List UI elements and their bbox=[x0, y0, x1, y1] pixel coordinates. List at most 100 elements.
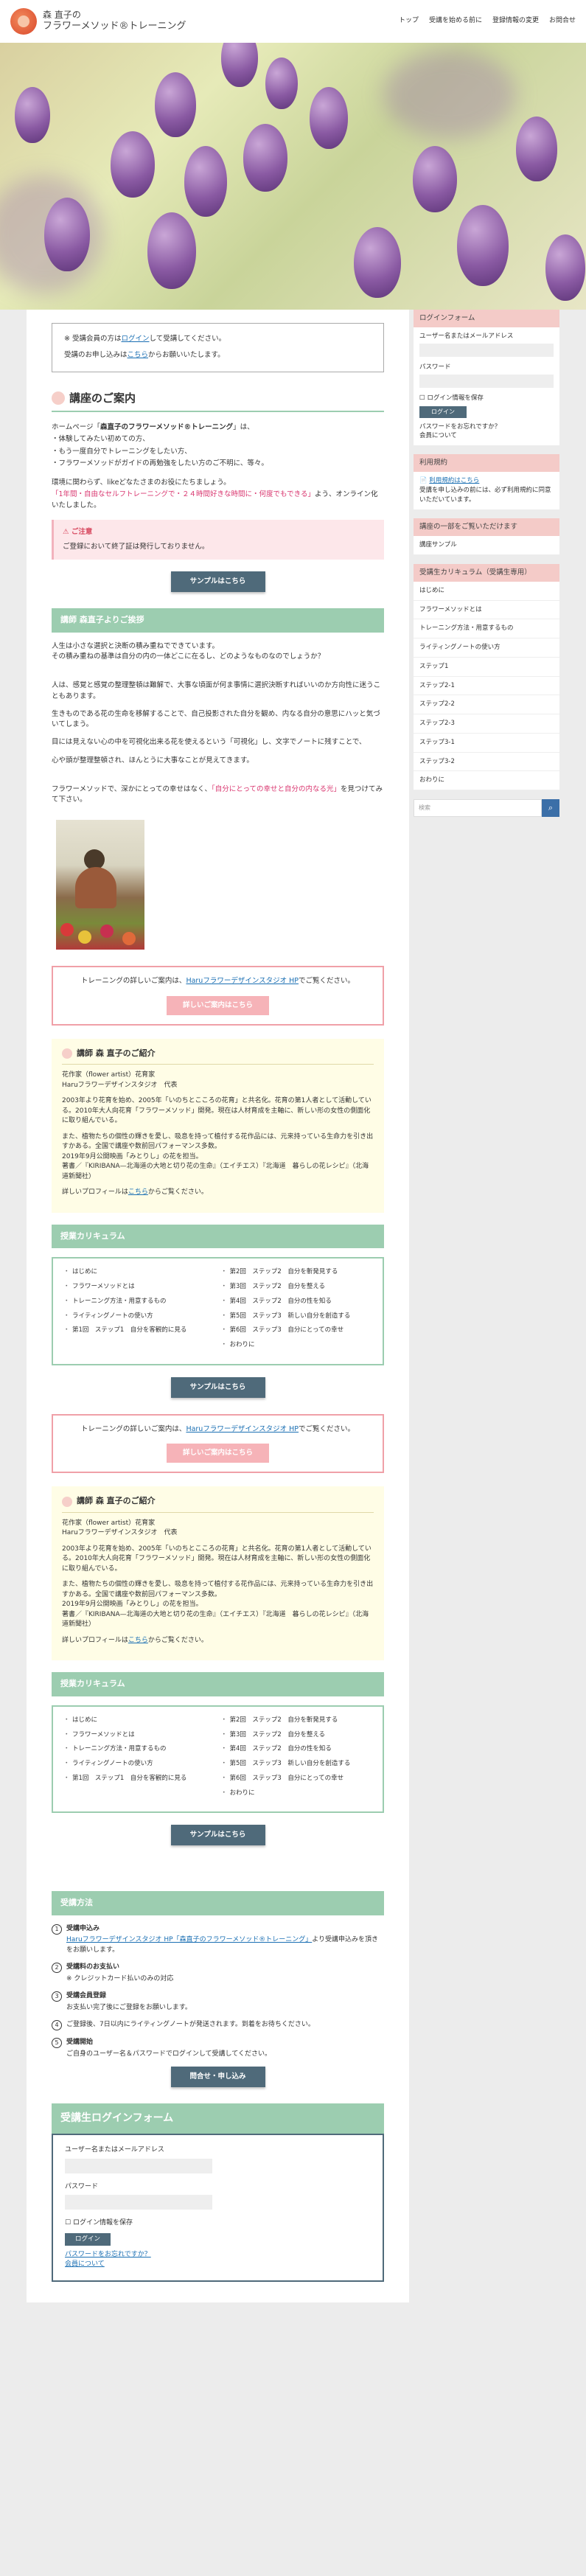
list-item: 第2回 ステップ2 自分を斬発見する bbox=[221, 1716, 372, 1725]
method-step: 4 ご登録後、7日以内にライティングノートが発送されます。到着をお待ちください。 bbox=[52, 2020, 384, 2031]
list-item: 第6回 ステップ3 自分にとっての幸せ bbox=[221, 1326, 372, 1335]
sample-button[interactable]: サンプルはこちら bbox=[170, 571, 265, 593]
studio-details-button[interactable]: 詳しいご案内はこちら bbox=[166, 1444, 269, 1463]
list-item: おわりに bbox=[221, 1789, 372, 1798]
logo-line1: 森 直子の bbox=[43, 10, 81, 21]
studio-details-button[interactable]: 詳しいご案内はこちら bbox=[166, 995, 269, 1015]
nav-top[interactable]: トップ bbox=[399, 16, 419, 27]
greeting-heading: 講師 森直子よりご挨拶 bbox=[52, 608, 384, 633]
sidebar-sample-widget: 講座の一部をご覧いただけます 講座サンプル bbox=[414, 518, 559, 555]
sidebar-item-curriculum[interactable]: ステップ1 bbox=[414, 658, 559, 677]
sidebar-password-input[interactable] bbox=[419, 374, 554, 388]
logo-line2: フラワーメソッド®トレーニング bbox=[43, 21, 186, 32]
studio-info-box: トレーニングの詳しいご案内は、Haruフラワーデザインスタジオ HPでご覧くださ… bbox=[52, 1413, 384, 1474]
sidebar-username-input[interactable] bbox=[419, 344, 554, 357]
curriculum-list: はじめに フラワーメソッドとは トレーニング方法・用意するもの ライティングノー… bbox=[52, 1705, 384, 1814]
sidebar-item-curriculum[interactable]: フラワーメソッドとは bbox=[414, 601, 559, 620]
list-item: おわりに bbox=[221, 1340, 372, 1350]
method-step: 5 受講開始 ご自身のユーザー名＆パスワードでログインして受講してください。 bbox=[52, 2038, 384, 2059]
nav-profile-change[interactable]: 登録情報の変更 bbox=[492, 16, 539, 27]
remember-checkbox[interactable]: ☐ bbox=[65, 2219, 71, 2227]
sidebar-item-curriculum[interactable]: ステップ2-2 bbox=[414, 695, 559, 714]
studio-hp-link[interactable]: Haruフラワーデザインスタジオ HP bbox=[186, 977, 299, 985]
heading-rule bbox=[52, 411, 384, 412]
sidebar-item-curriculum[interactable]: ステップ2-1 bbox=[414, 677, 559, 696]
sidebar-item-sample[interactable]: 講座サンプル bbox=[414, 536, 559, 555]
sidebar-curriculum-widget: 受講生カリキュラム（受講生専用） はじめに フラワーメソッドとは トレーニング方… bbox=[414, 563, 559, 790]
membership-link[interactable]: 会員について bbox=[65, 2260, 105, 2268]
list-item: 第4回 ステップ2 自分の性を知る bbox=[221, 1297, 372, 1306]
login-button[interactable]: ログイン bbox=[65, 2232, 111, 2246]
method-step: 2 受講料のお支払い ※ クレジットカード払いのみの対応 bbox=[52, 1963, 384, 1984]
curriculum-list: はじめに フラワーメソッドとは トレーニング方法・用意するもの ライティングノー… bbox=[52, 1257, 384, 1365]
forgot-password-link[interactable]: パスワードをお忘れですか？ bbox=[65, 2251, 151, 2258]
circle-bullet-icon bbox=[62, 1496, 72, 1507]
greeting-text: 人生は小さな選択と決断の積み重ねでできています。 その積み重ねの基準は自分の内の一… bbox=[52, 641, 383, 804]
sample-button[interactable]: サンプルはこちら bbox=[170, 1376, 265, 1398]
remember-checkbox[interactable]: ☐ bbox=[419, 394, 425, 402]
circle-bullet-icon bbox=[62, 1048, 72, 1059]
list-item: 第2回 ステップ2 自分を斬発見する bbox=[221, 1267, 372, 1277]
list-item: 第6回 ステップ3 自分にとっての幸せ bbox=[221, 1774, 372, 1783]
profile-link[interactable]: こちら bbox=[128, 1188, 148, 1196]
notice-apply-link[interactable]: こちら bbox=[128, 351, 149, 359]
site-header: 森 直子の フラワーメソッド®トレーニング トップ 受講を始める前に 登録情報の… bbox=[0, 0, 586, 43]
global-nav: トップ 受講を始める前に 登録情報の変更 お問合せ bbox=[399, 16, 576, 27]
list-item: はじめに bbox=[63, 1267, 214, 1277]
sidebar-item-curriculum[interactable]: はじめに bbox=[414, 582, 559, 601]
list-item: はじめに bbox=[63, 1716, 214, 1725]
list-item: フラワーメソッドとは bbox=[63, 1282, 214, 1292]
caution-alert: ⚠ ご注意 ご登録において終了証は発行しておりません。 bbox=[52, 519, 384, 560]
sidebar-terms-widget: 利用規約 📄 利用規約はこちら 受講を申し込みの前には、必ず利用規約に同意いただ… bbox=[414, 454, 559, 509]
nav-before-start[interactable]: 受講を始める前に bbox=[429, 16, 482, 27]
search-input[interactable]: 検索 bbox=[414, 799, 542, 817]
terms-link[interactable]: 利用規約はこちら bbox=[429, 477, 479, 484]
sidebar-forgot-link[interactable]: パスワードをお忘れですか？ bbox=[419, 422, 554, 432]
notice-login-link[interactable]: ログイン bbox=[121, 335, 149, 343]
sample-button[interactable]: サンプルはこちら bbox=[170, 1825, 265, 1846]
sidebar-search: 検索 ⌕ bbox=[414, 799, 559, 817]
search-icon[interactable]: ⌕ bbox=[542, 799, 559, 817]
method-step: 3 受講会員登録 お支払い完了後にご登録をお願いします。 bbox=[52, 1991, 384, 2013]
sidebar-register-link[interactable]: 会員について bbox=[419, 431, 554, 441]
circle-bullet-icon bbox=[52, 391, 65, 405]
nav-contact[interactable]: お問合せ bbox=[549, 16, 576, 27]
list-item: 第5回 ステップ3 新しい自分を創造する bbox=[221, 1759, 372, 1769]
sidebar-item-curriculum[interactable]: ステップ3-1 bbox=[414, 734, 559, 753]
list-item: ライティングノートの使い方 bbox=[63, 1759, 214, 1769]
document-icon: 📄 bbox=[419, 477, 428, 485]
sidebar-item-curriculum[interactable]: ステップ3-2 bbox=[414, 753, 559, 772]
username-input[interactable] bbox=[65, 2158, 212, 2173]
attendance-section: 受講方法 1 受講申込み Haruフラワーデザインスタジオ HP「森直子のフラワ… bbox=[27, 1879, 409, 2302]
list-item: 第3回 ステップ2 自分を整える bbox=[221, 1282, 372, 1292]
studio-info-box: トレーニングの詳しいご案内は、Haruフラワーデザインスタジオ HPでご覧くださ… bbox=[52, 966, 384, 1026]
list-item: トレーニング方法・用意するもの bbox=[63, 1744, 214, 1754]
lecturer-intro: 講師 森 直子のご紹介 花作家（flower artist）花育家 Haruフラワ… bbox=[52, 1486, 384, 1661]
sidebar-item-curriculum[interactable]: トレーニング方法・用意するもの bbox=[414, 619, 559, 638]
profile-link[interactable]: こちら bbox=[128, 1637, 148, 1644]
site-logo[interactable]: 森 直子の フラワーメソッド®トレーニング bbox=[10, 8, 399, 35]
list-item: 第3回 ステップ2 自分を整える bbox=[221, 1730, 372, 1740]
sidebar-item-curriculum[interactable]: おわりに bbox=[414, 771, 559, 790]
hero-image bbox=[0, 43, 586, 310]
list-item: 第1回 ステップ1 自分を客観的に見る bbox=[63, 1326, 214, 1335]
student-login-form: ユーザー名またはメールアドレス パスワード ☐ ログイン情報を保存 ログイン パ… bbox=[52, 2134, 384, 2282]
contact-apply-button[interactable]: 問合せ・申し込み bbox=[170, 2067, 265, 2088]
studio-apply-link[interactable]: Haruフラワーデザインスタジオ HP「森直子のフラワーメソッド®トレーニング」 bbox=[66, 1936, 312, 1943]
list-item: 第4回 ステップ2 自分の性を知る bbox=[221, 1744, 372, 1754]
curriculum-heading: 授業カリキュラム bbox=[52, 1672, 384, 1696]
sidebar-login-button[interactable]: ログイン bbox=[419, 405, 467, 418]
list-item: フラワーメソッドとは bbox=[63, 1730, 214, 1740]
student-login-heading: 受講生ログインフォーム bbox=[52, 2103, 384, 2134]
list-item: ライティングノートの使い方 bbox=[63, 1312, 214, 1321]
sidebar-item-curriculum[interactable]: ライティングノートの使い方 bbox=[414, 638, 559, 658]
footer-space bbox=[0, 2302, 586, 2332]
list-item: 第1回 ステップ1 自分を客観的に見る bbox=[63, 1774, 214, 1783]
method-step: 1 受講申込み Haruフラワーデザインスタジオ HP「森直子のフラワーメソッド… bbox=[52, 1924, 384, 1956]
lecturer-photo bbox=[56, 820, 144, 950]
studio-hp-link[interactable]: Haruフラワーデザインスタジオ HP bbox=[186, 1425, 299, 1433]
sidebar: ログインフォーム ユーザー名またはメールアドレス パスワード ☐ ログイン情報を… bbox=[414, 310, 559, 1879]
password-input[interactable] bbox=[65, 2195, 212, 2210]
sidebar-item-curriculum[interactable]: ステップ2-3 bbox=[414, 714, 559, 734]
method-heading: 受講方法 bbox=[52, 1891, 384, 1915]
